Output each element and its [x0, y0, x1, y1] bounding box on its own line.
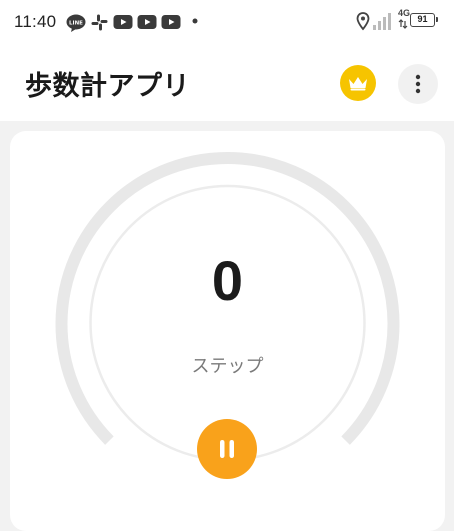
step-unit-label: ステップ [191, 356, 264, 377]
status-time: 11:40 [14, 12, 57, 31]
dot-icon [192, 18, 198, 24]
premium-button[interactable] [340, 65, 376, 101]
network-type: 4G [398, 8, 411, 18]
location-icon [356, 12, 370, 31]
svg-text:LINE: LINE [69, 21, 83, 27]
battery-level: 91 [417, 14, 428, 24]
status-bar: 11:40 LINE 4G 91 [0, 0, 454, 46]
crown-icon [349, 77, 367, 91]
line-icon: LINE [66, 14, 86, 32]
step-count: 0 [211, 249, 244, 312]
slack-icon [91, 14, 108, 31]
youtube-icon [113, 15, 133, 29]
youtube-icon [137, 15, 157, 29]
data-arrows-icon [398, 19, 408, 29]
more-options-button[interactable] [398, 64, 438, 104]
pause-button[interactable] [197, 419, 257, 479]
youtube-icon [161, 15, 181, 29]
step-counter-card: 0 ステップ [10, 131, 445, 531]
battery-icon: 91 [410, 13, 438, 27]
app-header: 歩数計アプリ [0, 46, 454, 121]
more-vert-icon [415, 74, 421, 94]
signal-icon [373, 13, 391, 30]
pause-icon [220, 440, 234, 458]
page-title: 歩数計アプリ [25, 71, 190, 102]
